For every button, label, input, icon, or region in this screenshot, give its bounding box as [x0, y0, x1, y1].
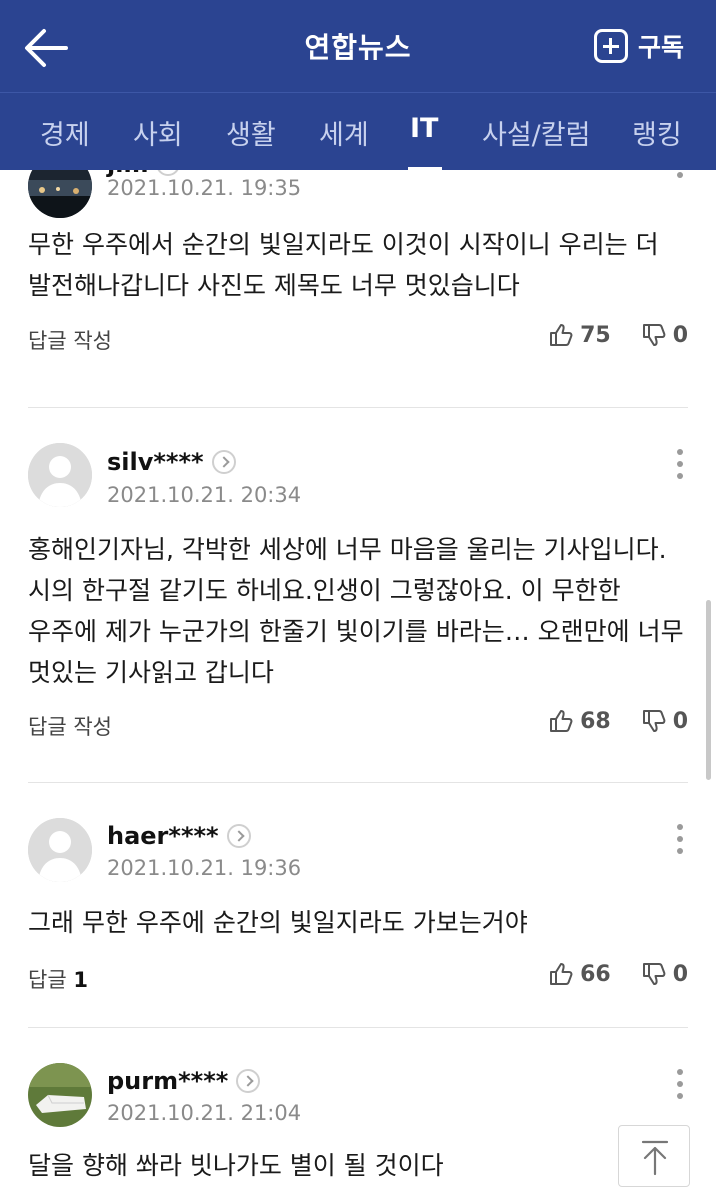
like-button[interactable]: 68 — [548, 708, 611, 734]
comment-item: silv**** 2021.10.21. 20:34 홍해인기자님, 각박한 세… — [0, 407, 716, 782]
dislike-count: 0 — [672, 708, 688, 734]
chevron-right-icon[interactable] — [236, 1069, 261, 1093]
subscribe-label: 구독 — [637, 33, 684, 62]
avatar[interactable] — [28, 818, 92, 882]
username-row[interactable]: haer**** — [107, 822, 251, 850]
comment-text: 무한 우주에서 순간의 빛일지라도 이것이 시작이니 우리는 더 발전해나갑니다… — [28, 230, 659, 300]
username-row[interactable]: purm**** — [107, 1067, 261, 1095]
kebab-menu-icon[interactable] — [674, 449, 686, 479]
chevron-right-icon[interactable] — [211, 450, 236, 474]
tab-society[interactable]: 사회 — [133, 113, 183, 152]
app-header: 연합뉴스 구독 — [0, 0, 716, 92]
thumbs-down-icon — [642, 710, 666, 732]
comment-text: 그래 무한 우주에 순간의 빛일지라도 가보는거야 — [28, 908, 528, 937]
dislike-button[interactable]: 0 — [641, 708, 688, 734]
tab-life[interactable]: 생활 — [226, 113, 276, 152]
avatar[interactable] — [28, 1063, 92, 1127]
dislike-count: 0 — [672, 322, 688, 348]
thumbs-up-icon — [550, 324, 573, 346]
tab-ranking[interactable]: 랭킹 — [632, 113, 682, 152]
tab-editorial[interactable]: 사설/칼럼 — [482, 113, 590, 152]
like-button[interactable]: 75 — [548, 322, 611, 348]
comment-date: 2021.10.21. 20:34 — [107, 483, 302, 507]
tab-it[interactable]: IT — [410, 113, 438, 144]
dislike-button[interactable]: 0 — [641, 961, 688, 987]
plus-icon — [593, 29, 628, 63]
vote-group: 75 0 — [548, 322, 688, 348]
username[interactable]: silv**** — [107, 448, 204, 476]
comment-item: purm**** 2021.10.21. 21:04 달을 향해 쏴라 빗나가도… — [0, 1027, 716, 1200]
kebab-menu-icon[interactable] — [674, 170, 686, 178]
chevron-right-icon[interactable] — [226, 824, 251, 848]
thumbs-down-icon — [642, 963, 666, 985]
thumbs-down-icon — [642, 324, 666, 346]
dislike-count: 0 — [672, 961, 688, 987]
reply-label: 답글 — [28, 968, 67, 992]
reply-count: 1 — [73, 968, 88, 992]
tab-world[interactable]: 세계 — [319, 113, 369, 152]
thumbs-up-icon — [550, 963, 573, 985]
reply-button[interactable]: 답글 작성 — [28, 325, 112, 355]
username[interactable]: purm**** — [107, 1067, 228, 1095]
thumbs-up-icon — [550, 710, 573, 732]
kebab-menu-icon[interactable] — [674, 1069, 686, 1099]
comment-date: 2021.10.21. 19:35 — [107, 176, 302, 200]
avatar[interactable] — [28, 443, 92, 507]
subscribe-button[interactable]: 구독 — [593, 28, 684, 64]
like-count: 68 — [580, 708, 611, 734]
dislike-button[interactable]: 0 — [641, 322, 688, 348]
vote-group: 66 0 — [548, 961, 688, 987]
reply-label: 답글 작성 — [28, 715, 112, 739]
like-count: 66 — [580, 961, 611, 987]
comment-text: 달을 향해 쏴라 빗나가도 별이 될 것이다 — [28, 1151, 444, 1180]
comment-list[interactable]: jim 2021.10.21. 19:35 무한 우주에서 순간의 빛일지라도 … — [0, 170, 716, 1200]
username[interactable]: haer**** — [107, 822, 219, 850]
avatar[interactable] — [28, 170, 92, 218]
kebab-menu-icon[interactable] — [674, 824, 686, 854]
comment-text: 홍해인기자님, 각박한 세상에 너무 마음을 울리는 기사입니다. 시의 한구절… — [28, 535, 684, 687]
comment-date: 2021.10.21. 19:36 — [107, 856, 302, 880]
like-button[interactable]: 66 — [548, 961, 611, 987]
like-count: 75 — [580, 322, 611, 348]
scroll-to-top-button[interactable] — [618, 1125, 690, 1187]
scrollbar[interactable] — [706, 600, 711, 780]
category-tabs: 경제 사회 생활 세계 IT 사설/칼럼 랭킹 — [0, 92, 716, 171]
comment-item: haer**** 2021.10.21. 19:36 그래 무한 우주에 순간의… — [0, 782, 716, 1027]
vote-group: 68 0 — [548, 708, 688, 734]
reply-label: 답글 작성 — [28, 329, 112, 353]
reply-button[interactable]: 답글 1 — [28, 964, 88, 994]
tab-economy[interactable]: 경제 — [40, 113, 90, 152]
comment-date: 2021.10.21. 21:04 — [107, 1101, 302, 1125]
reply-button[interactable]: 답글 작성 — [28, 711, 112, 741]
arrow-up-icon — [641, 1140, 669, 1176]
username-row[interactable]: silv**** — [107, 448, 236, 476]
